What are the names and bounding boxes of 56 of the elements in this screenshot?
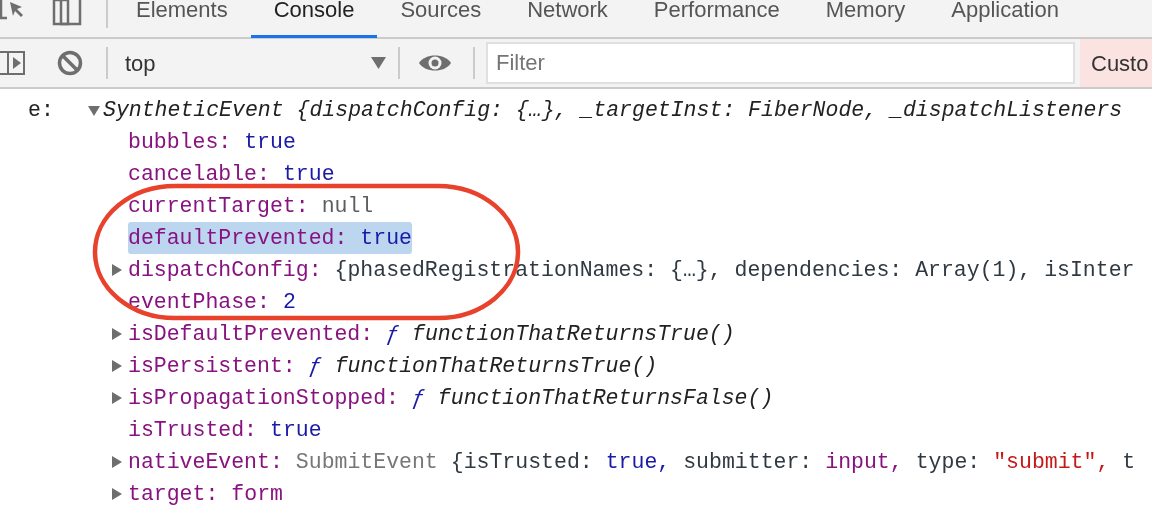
levels-button[interactable]: Custo [1080,39,1152,87]
property-value: {isTrusted: [450,448,593,476]
collapsed-triangle-icon[interactable] [110,264,122,276]
collapsed-triangle-icon[interactable] [110,392,122,404]
property-value: submitter: [683,448,813,476]
tab[interactable]: Performance [630,0,803,38]
clear-console-icon[interactable] [57,50,83,76]
property-value: ƒ [308,352,322,380]
property-value: true [360,224,412,252]
property-key: bubbles: [128,125,232,159]
property-value: null [321,192,374,220]
property-key: nativeEvent: [128,445,283,479]
property-value: form [231,480,283,508]
dropdown-caret-icon [371,57,386,69]
filter-field[interactable]: Filter [486,42,1075,84]
collapsed-triangle-icon[interactable] [110,360,122,372]
device-toolbar-icon[interactable] [52,0,82,26]
property-value: "submit", [993,448,1110,476]
property-key: cancelable: [128,157,270,191]
tab[interactable]: Sources [377,0,505,38]
tab[interactable]: Application [928,0,1082,38]
property-value: input, [825,448,903,476]
variable-label: e: [28,96,55,124]
property-key: eventPhase: [128,285,270,319]
property-value: ƒ [386,320,400,348]
sidebar-toggle-icon[interactable] [0,50,26,76]
tab[interactable]: Elements [113,0,251,38]
property-value: functionThatReturnsFalse() [437,384,774,412]
property-key: isDefaultPrevented: [128,317,374,351]
tab[interactable]: Memory [802,0,929,38]
property-key: defaultPrevented: [128,221,348,255]
tab[interactable]: Network [504,0,631,38]
property-value: ƒ [411,384,425,412]
property-value: true [270,416,322,444]
property-key: isTrusted: [128,413,258,447]
expanded-triangle-icon[interactable] [88,104,100,116]
property-key: isPropagationStopped: [128,381,399,415]
property-key: isPersistent: [128,349,296,383]
property-key: currentTarget: [128,189,309,223]
property-value: functionThatReturnsTrue() [412,320,735,348]
property-value: true [282,160,335,188]
property-key: target: [128,477,219,511]
context-label: top [125,49,157,78]
property-value: 2 [282,288,296,316]
property-value: SubmitEvent [295,448,438,476]
collapsed-triangle-icon[interactable] [110,328,122,340]
property-value: type: [915,448,981,476]
property-value: true, [605,448,671,476]
property-value: functionThatReturnsTrue() [334,352,658,380]
context-selector[interactable]: top [108,41,398,85]
collapsed-triangle-icon[interactable] [110,488,122,500]
property-value: t [1122,448,1136,476]
property-key: dispatchConfig: [128,253,322,287]
object-summary: SyntheticEvent {dispatchConfig: {…}, _targetInst: FiberNode, _dispatchListeners [103,96,1123,124]
property-value: true [244,128,296,156]
collapsed-triangle-icon[interactable] [110,456,122,468]
